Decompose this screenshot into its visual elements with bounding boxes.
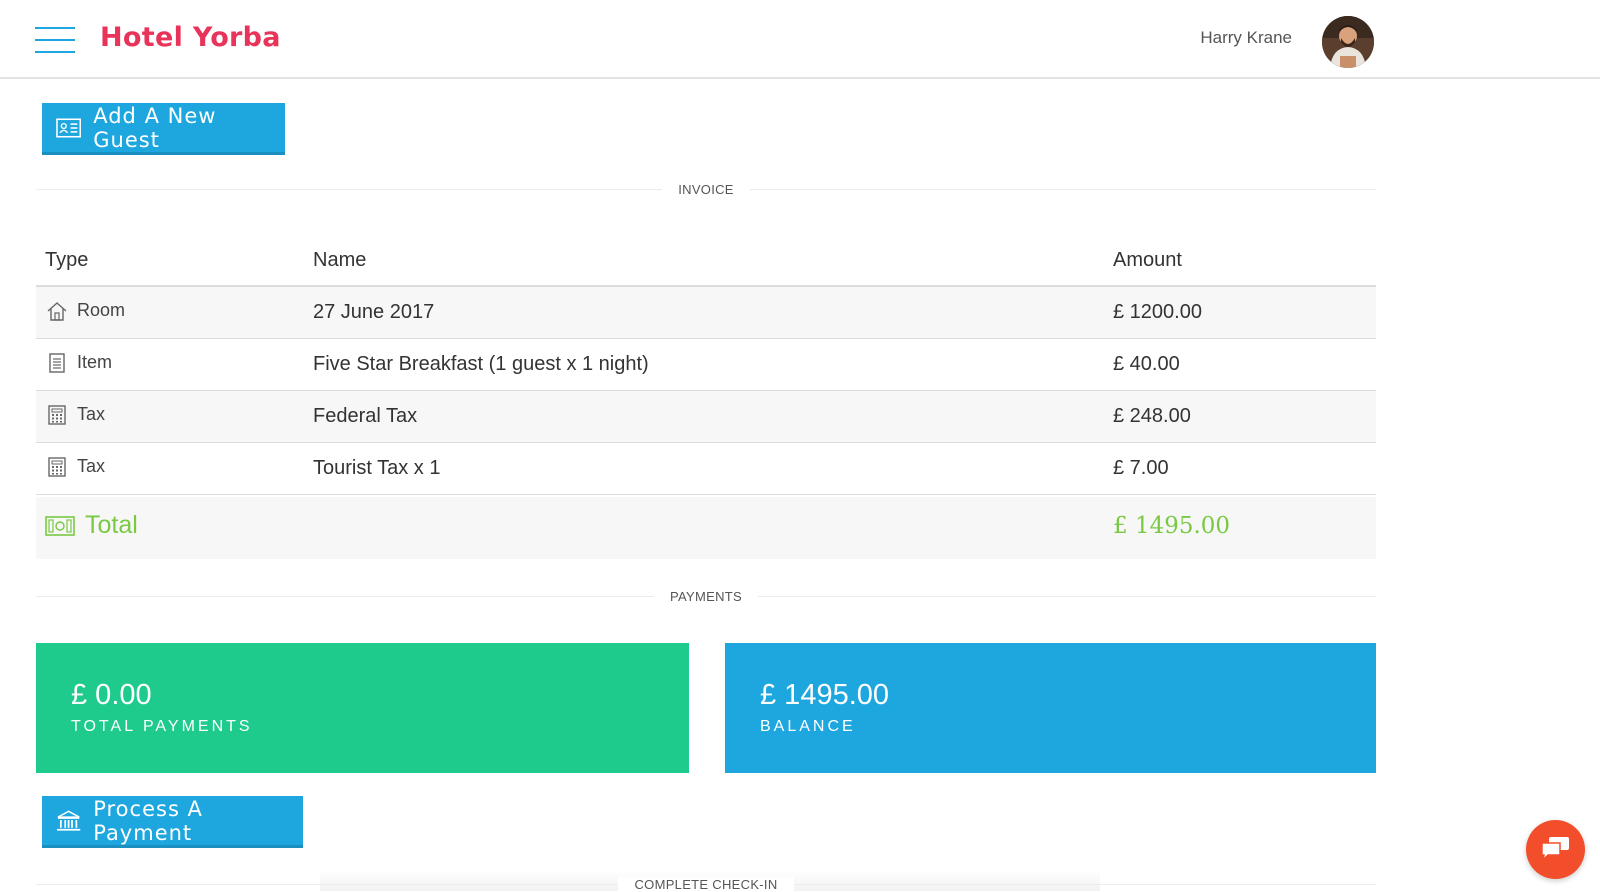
calculator-icon	[48, 405, 66, 425]
row-type: Tax	[77, 456, 106, 476]
total-amount: £ 1495.00	[1113, 513, 1231, 539]
money-icon	[45, 516, 75, 536]
receipt-icon	[49, 353, 65, 373]
home-icon	[47, 302, 67, 321]
row-type: Tax	[77, 404, 106, 424]
total-payments-label: TOTAL PAYMENTS	[71, 718, 253, 735]
add-guest-button[interactable]: Add A New Guest	[42, 103, 285, 155]
avatar[interactable]	[1322, 16, 1374, 68]
brand-logo[interactable]: Hotel Yorba	[100, 22, 281, 53]
column-type: Type	[45, 249, 89, 271]
table-row: Item Five Star Breakfast (1 guest x 1 ni…	[36, 339, 1376, 391]
column-amount: Amount	[1113, 249, 1182, 271]
total-label: Total	[85, 511, 138, 539]
row-amount: £ 40.00	[1113, 353, 1180, 375]
table-row: Room 27 June 2017 £ 1200.00	[36, 287, 1376, 339]
balance-card: £ 1495.00 BALANCE	[725, 643, 1376, 773]
row-type: Room	[77, 300, 126, 320]
table-row: Tax Federal Tax £ 248.00	[36, 391, 1376, 443]
table-row: Tax Tourist Tax x 1 £ 7.00	[36, 443, 1376, 495]
row-name: Five Star Breakfast (1 guest x 1 night)	[313, 353, 649, 375]
row-name: Federal Tax	[313, 405, 418, 427]
payments-section-title: PAYMENTS	[36, 589, 1376, 604]
calculator-icon	[48, 457, 66, 477]
balance-value: £ 1495.00	[760, 679, 890, 711]
user-name[interactable]: Harry Krane	[1150, 28, 1292, 48]
chat-button[interactable]	[1526, 820, 1585, 879]
column-name: Name	[313, 249, 367, 271]
top-bar: Hotel Yorba Harry Krane	[0, 0, 1600, 79]
complete-checkin-section-title: COMPLETE CHECK-IN	[36, 877, 1376, 892]
process-payment-label: Process A Payment	[93, 796, 203, 845]
invoice-table-header: Type Name Amount	[36, 245, 1376, 287]
bank-icon	[56, 809, 81, 831]
row-name: Tourist Tax x 1	[313, 457, 441, 479]
row-type: Item	[77, 352, 113, 372]
row-amount: £ 7.00	[1113, 457, 1169, 479]
id-card-icon	[56, 117, 82, 138]
invoice-section-title: INVOICE	[36, 182, 1376, 197]
total-payments-card: £ 0.00 TOTAL PAYMENTS	[36, 643, 689, 773]
total-payments-value: £ 0.00	[71, 679, 152, 711]
add-guest-label: Add A New Guest	[93, 103, 217, 152]
invoice-total-row: Total £ 1495.00	[36, 497, 1376, 559]
process-payment-button[interactable]: Process A Payment	[42, 796, 303, 848]
row-name: 27 June 2017	[313, 301, 435, 323]
row-amount: £ 1200.00	[1113, 301, 1202, 323]
row-amount: £ 248.00	[1113, 405, 1191, 427]
balance-label: BALANCE	[760, 718, 856, 735]
menu-icon[interactable]	[35, 27, 75, 53]
chat-icon	[1541, 837, 1569, 863]
